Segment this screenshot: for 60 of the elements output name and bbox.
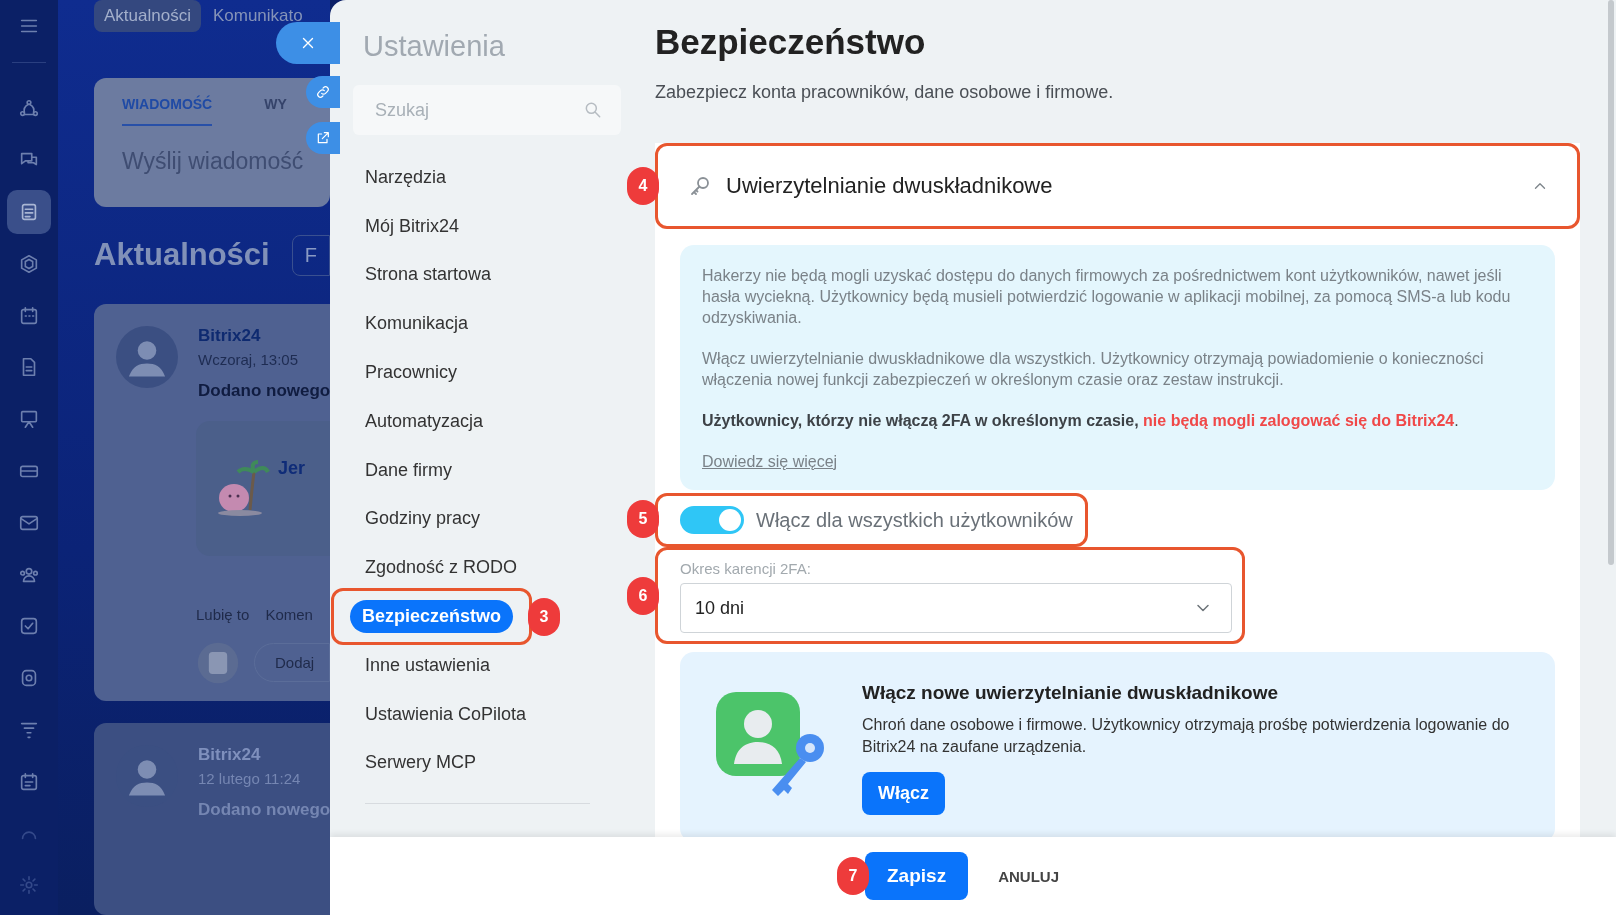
- settings-menu-item[interactable]: Bezpieczeństwo: [350, 600, 514, 634]
- settings-menu-item[interactable]: Automatyzacja: [353, 404, 496, 438]
- toggle-label: Włącz dla wszystkich użytkowników: [756, 508, 1073, 532]
- post-time: 12 lutego 11:24: [198, 769, 302, 787]
- external-link-icon: [315, 130, 331, 146]
- grace-period-select[interactable]: 10 dni: [680, 583, 1232, 633]
- settings-menu-item[interactable]: Zgodność z RODO: [353, 551, 530, 585]
- post-time: Wczoraj, 13:05: [198, 350, 300, 368]
- feed-title: Aktualności: [94, 237, 270, 274]
- step-badge: 3: [528, 597, 561, 636]
- info-text: Włącz uwierzytelnianie dwuskładnikowe dla wszystkich. Użytkownicy otrzymają powiadomienie o konieczności włączenia nowej funkcji zabezpieczeń w określonym czasie oraz zestaw instrukcji.: [702, 349, 1485, 390]
- link-icon: [315, 84, 331, 100]
- search-icon: [583, 100, 603, 120]
- calendar-icon[interactable]: [18, 304, 40, 327]
- settings-menu-item[interactable]: Dane firmy: [353, 453, 465, 487]
- page-subtitle: Zabezpiecz konta pracowników, dane osobowe i firmowe.: [655, 82, 1115, 103]
- nav-tab[interactable]: Komunikato: [202, 0, 313, 33]
- open-new-window-button[interactable]: [306, 122, 340, 154]
- post-text: Dodano nowego: [198, 799, 330, 820]
- panel-title: Ustawienia: [363, 30, 506, 63]
- link-button[interactable]: [306, 76, 340, 108]
- action-link[interactable]: Lubię to: [196, 605, 250, 623]
- toggle-switch[interactable]: [680, 506, 744, 534]
- learn-more-link[interactable]: Dowiedz się więcej: [702, 453, 838, 470]
- calendar-list-icon[interactable]: [18, 770, 40, 793]
- action-link[interactable]: Komen: [265, 605, 313, 623]
- settings-menu-item[interactable]: Komunikacja: [353, 307, 481, 341]
- author-name[interactable]: Bitrix24: [198, 744, 330, 765]
- settings-menu-item[interactable]: Godziny pracy: [353, 502, 493, 536]
- promo-text: Chroń dane osobowe i firmowe. Użytkownicy otrzymają prośbę potwierdzenia logowanie do Bitrix24 na zaufane urządzenia.: [862, 715, 1511, 757]
- step-badge: 7: [837, 857, 869, 895]
- settings-menu-item[interactable]: Pracownicy: [353, 356, 470, 390]
- avatar-icon: [116, 325, 178, 388]
- settings-menu-item[interactable]: Strona startowa: [353, 258, 504, 292]
- enable-button[interactable]: Włącz: [862, 772, 945, 815]
- settings-menu-item[interactable]: Serwery MCP: [353, 746, 488, 780]
- info-text: Hakerzy nie będą mogli uzyskać dostępu do danych firmowych za pośrednictwem kont użytkowników, nawet jeśli hasła wyciekną. Użytkownicy będą musieli potwierdzić logowanie w aplikacji mobilnej, za pomocą SMS-a lub kodu odzyskiwania.: [702, 266, 1512, 328]
- section-header[interactable]: Uwierzytelnianie dwuskładnikowe: [655, 143, 1580, 229]
- post-text: Dodano nowego: [198, 380, 330, 401]
- page-title: Bezpieczeństwo: [655, 22, 927, 62]
- step-badge: 6: [627, 576, 659, 615]
- close-button[interactable]: [276, 22, 340, 64]
- nav-tab[interactable]: Aktualności: [94, 0, 201, 33]
- key-icon: [688, 174, 712, 198]
- step-badge: 4: [627, 167, 659, 205]
- warning-text: Użytkownicy, którzy nie włączą 2FA w określonym czasie, nie będą mogli zalogować się do Bitrix24.: [702, 411, 1460, 431]
- board-icon[interactable]: [18, 408, 40, 431]
- settings-menu-item[interactable]: Ustawienia CoPilota: [353, 697, 539, 731]
- scrollbar-thumb[interactable]: [1608, 0, 1614, 565]
- settings-menu-item[interactable]: Narzędzia: [353, 160, 459, 194]
- cancel-button[interactable]: ANULUJ: [988, 857, 1069, 895]
- hexagon-icon[interactable]: [18, 252, 40, 275]
- step-badge: 5: [627, 499, 659, 538]
- settings-menu-item[interactable]: Inne ustawienia: [353, 648, 503, 682]
- user-photo-icon: [196, 640, 240, 685]
- save-button[interactable]: Zapisz: [865, 852, 969, 900]
- settings-menu-item[interactable]: Mój Bitrix24: [353, 209, 472, 243]
- field-label: Okres karencji 2FA:: [680, 560, 812, 577]
- promo-title: Włącz nowe uwierzytelnianie dwuskładnikowe: [862, 682, 1279, 704]
- composer-tab[interactable]: WY: [264, 96, 287, 127]
